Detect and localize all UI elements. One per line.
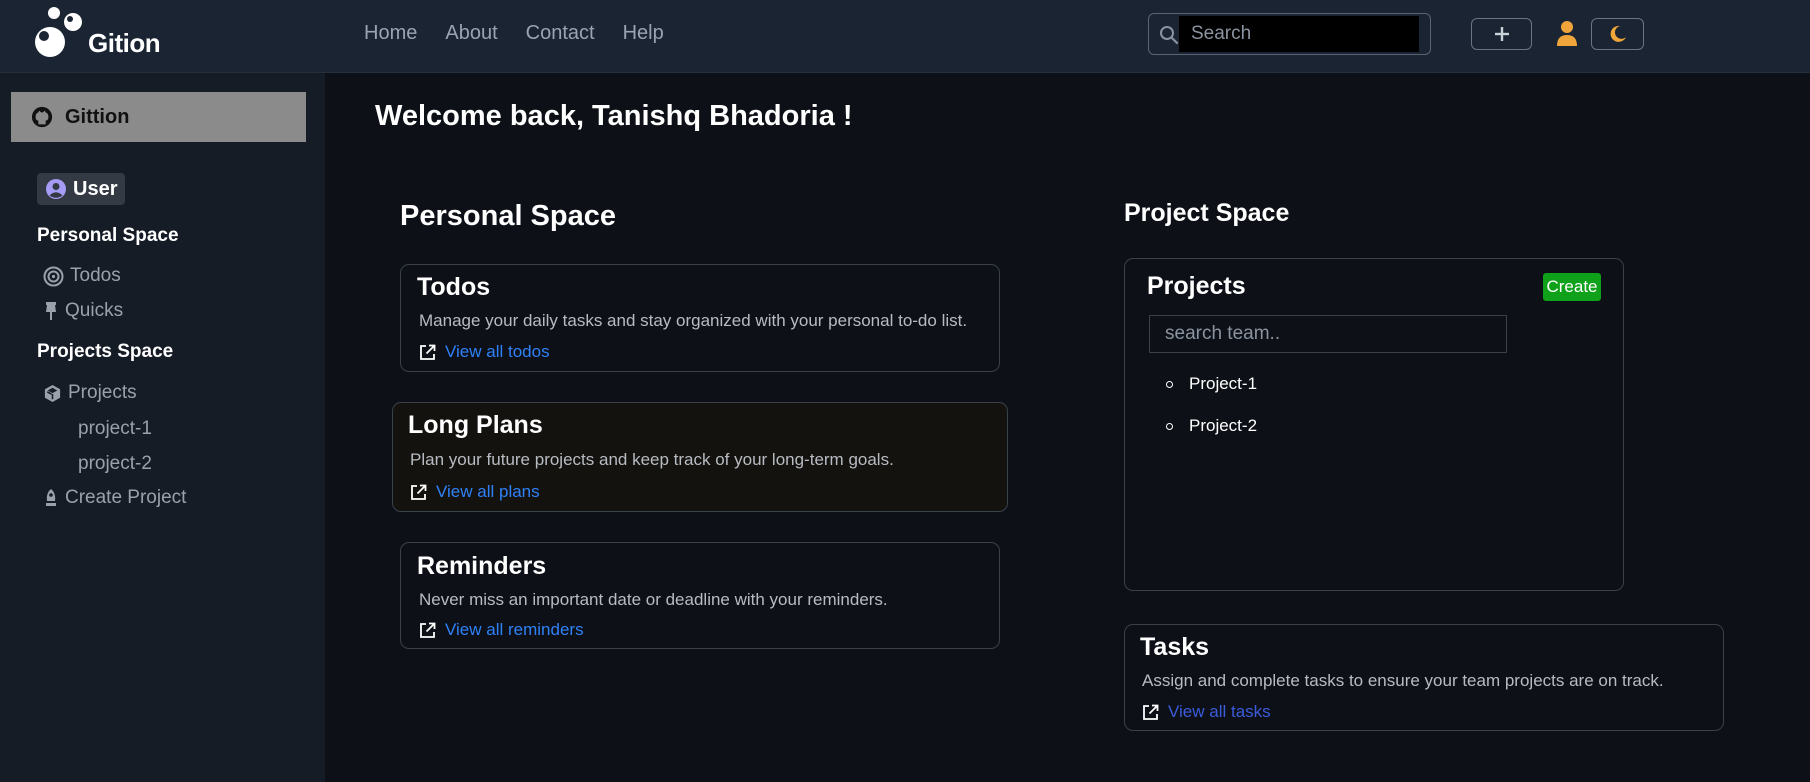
long-plans-card: Long Plans Plan your future projects and… — [392, 402, 1008, 512]
search-box — [1148, 13, 1431, 55]
project-list-item-label: Project-2 — [1189, 416, 1258, 435]
reminders-card-title: Reminders — [417, 552, 547, 580]
view-all-plans-link[interactable]: View all plans — [410, 482, 540, 502]
theme-toggle-button[interactable] — [1591, 18, 1644, 50]
tasks-card-title: Tasks — [1140, 633, 1210, 661]
moon-icon — [1610, 25, 1626, 42]
external-link-icon — [420, 622, 436, 638]
sidebar-item-projects[interactable]: Projects — [43, 382, 137, 404]
view-all-todos-label: View all todos — [445, 342, 550, 361]
sidebar-item-quicks[interactable]: Quicks — [43, 300, 123, 322]
sidebar-item-create-project-label: Create Project — [65, 487, 187, 508]
view-all-plans-label: View all plans — [436, 482, 540, 501]
sidebar-heading-personal: Personal Space — [37, 225, 179, 246]
rocket-icon — [46, 489, 56, 506]
sidebar-heading-projects: Projects Space — [37, 341, 174, 362]
sidebar-item-todos-label: Todos — [70, 265, 121, 286]
todos-card: Todos Manage your daily tasks and stay o… — [400, 264, 1000, 372]
sidebar-item-todos[interactable]: Todos — [43, 265, 121, 287]
gition-logo[interactable]: Gition — [30, 6, 170, 64]
bullet-icon — [1166, 422, 1173, 430]
todos-card-description: Manage your daily tasks and stay organiz… — [419, 311, 968, 330]
sidebar-project-link[interactable]: project-1 — [78, 418, 152, 440]
reminders-card: Reminders Never miss an important date o… — [400, 542, 1000, 649]
sidebar-brand[interactable]: Gittion — [11, 92, 306, 142]
user-circle-icon — [46, 179, 66, 199]
nav-help[interactable]: Help — [623, 22, 664, 45]
gition-logo-icon — [35, 7, 82, 57]
github-icon — [31, 106, 53, 128]
sidebar-brand-label: Gittion — [65, 105, 130, 128]
magnifier-icon — [1160, 26, 1179, 45]
long-plans-card-title: Long Plans — [408, 411, 543, 439]
sidebar: Gittion User Personal Space Todos Quicks… — [0, 73, 325, 782]
user-avatar-icon[interactable] — [1556, 18, 1578, 53]
sidebar-user[interactable]: User — [37, 173, 126, 205]
reminders-card-description: Never miss an important date or deadline… — [419, 590, 888, 609]
cube-icon — [44, 384, 61, 402]
long-plans-card-description: Plan your future projects and keep track… — [410, 450, 894, 469]
nav-about[interactable]: About — [445, 22, 497, 45]
external-link-icon — [420, 344, 436, 360]
project-list-item-label: Project-1 — [1189, 374, 1258, 393]
search-input[interactable] — [1179, 16, 1419, 52]
bullet-icon — [1166, 380, 1173, 388]
sidebar-project-link[interactable]: project-2 — [78, 453, 152, 475]
personal-space-title: Personal Space — [400, 200, 616, 232]
external-link-icon — [411, 484, 427, 500]
view-all-todos-link[interactable]: View all todos — [419, 342, 550, 362]
welcome-heading: Welcome back, Tanishq Bhadoria ! — [375, 100, 853, 132]
external-link-icon — [1143, 704, 1159, 720]
sidebar-user-label: User — [73, 177, 118, 200]
team-search-input[interactable] — [1149, 315, 1507, 353]
sidebar-item-create-project[interactable]: Create Project — [43, 487, 186, 509]
projects-panel-title: Projects — [1147, 272, 1246, 300]
sidebar-item-quicks-label: Quicks — [65, 300, 124, 321]
pin-icon — [46, 302, 56, 320]
nav-home[interactable]: Home — [364, 22, 417, 45]
brand-name: Gition — [88, 28, 161, 58]
project-list-item[interactable]: Project-1 — [1166, 374, 1257, 394]
view-all-tasks-label: View all tasks — [1168, 702, 1271, 721]
nav-contact[interactable]: Contact — [526, 22, 595, 45]
sidebar-item-projects-label: Projects — [68, 382, 137, 403]
top-navbar: Gition Home About Contact Help — [0, 0, 1810, 73]
plus-icon — [1494, 27, 1509, 41]
target-icon — [43, 266, 64, 286]
view-all-tasks-link[interactable]: View all tasks — [1142, 702, 1271, 722]
tasks-card: Tasks Assign and complete tasks to ensur… — [1124, 624, 1724, 731]
todos-card-title: Todos — [417, 273, 491, 301]
project-space-title: Project Space — [1124, 199, 1290, 227]
view-all-reminders-label: View all reminders — [445, 620, 584, 639]
view-all-reminders-link[interactable]: View all reminders — [419, 620, 584, 640]
project-list-item[interactable]: Project-2 — [1166, 416, 1257, 436]
add-button[interactable] — [1471, 18, 1532, 50]
tasks-card-description: Assign and complete tasks to ensure your… — [1142, 671, 1664, 690]
nav-links: Home About Contact Help — [364, 22, 664, 45]
create-project-button[interactable]: Create — [1543, 273, 1601, 301]
